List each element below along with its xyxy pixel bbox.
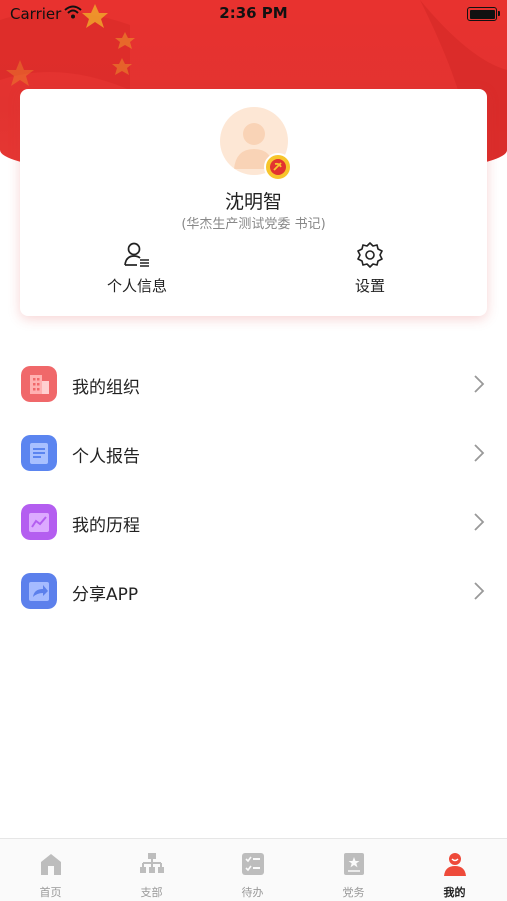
home-icon <box>41 854 61 875</box>
tab-todo[interactable]: 待办 <box>202 839 303 901</box>
menu-item-share-app[interactable]: 分享APP <box>0 557 507 626</box>
tab-label: 党务 <box>342 886 365 899</box>
menu-item-label: 我的组织 <box>72 378 140 398</box>
tab-label: 首页 <box>39 886 62 899</box>
chart-icon <box>21 504 57 540</box>
clock: 2:36 PM <box>219 4 288 22</box>
party-emblem-icon <box>264 153 292 181</box>
menu-item-my-history[interactable]: 我的历程 <box>0 488 507 557</box>
book-star-icon <box>344 853 364 875</box>
user-list-icon <box>124 242 149 267</box>
document-icon <box>21 435 57 471</box>
chevron-right-icon <box>474 444 485 462</box>
profile-name: 沈明智 <box>224 191 282 213</box>
checklist-icon <box>242 853 264 875</box>
share-icon <box>21 573 57 609</box>
tab-bar: 首页 支部 待办 党务 我的 <box>0 838 507 901</box>
tab-branch[interactable]: 支部 <box>101 839 202 901</box>
profile-card: 沈明智 (华杰生产测试党委 书记) 个人信息 设置 <box>20 89 487 316</box>
menu-item-personal-report[interactable]: 个人报告 <box>0 419 507 488</box>
personal-info-label: 个人信息 <box>106 277 167 295</box>
tab-label: 支部 <box>140 886 163 899</box>
settings-label: 设置 <box>354 277 385 295</box>
chevron-right-icon <box>474 513 485 531</box>
tab-home[interactable]: 首页 <box>0 839 101 901</box>
battery-icon <box>467 7 500 21</box>
chevron-right-icon <box>474 582 485 600</box>
gear-icon <box>357 242 383 268</box>
person-icon <box>444 853 466 876</box>
menu-list: 我的组织 个人报告 我的历程 分享APP <box>0 350 507 626</box>
tab-party-affairs[interactable]: 党务 <box>303 839 404 901</box>
chevron-right-icon <box>474 375 485 393</box>
personal-info-button[interactable]: 个人信息 <box>67 241 207 296</box>
tab-mine[interactable]: 我的 <box>404 839 505 901</box>
tab-label: 待办 <box>241 886 264 899</box>
settings-button[interactable]: 设置 <box>300 241 440 296</box>
org-tree-icon <box>140 853 164 873</box>
menu-item-label: 个人报告 <box>72 447 140 467</box>
menu-item-label: 我的历程 <box>72 516 140 536</box>
menu-item-label: 分享APP <box>72 585 139 605</box>
status-bar: Carrier 2:36 PM <box>0 0 507 28</box>
building-icon <box>21 366 57 402</box>
menu-item-my-organization[interactable]: 我的组织 <box>0 350 507 419</box>
tab-label: 我的 <box>443 886 466 899</box>
profile-role: (华杰生产测试党委 书记) <box>181 217 326 232</box>
